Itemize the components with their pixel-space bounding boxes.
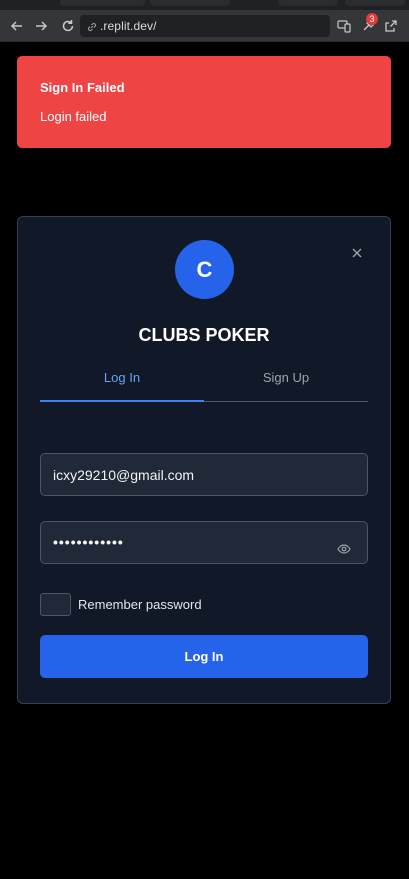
email-field-value: icxy29210@gmail.com (53, 466, 195, 483)
browser-tab[interactable] (345, 0, 405, 6)
browser-tab-strip (0, 0, 409, 10)
tab-sign-up[interactable]: Sign Up (204, 362, 368, 401)
address-bar-url: .replit.dev/ (100, 19, 157, 33)
log-in-button[interactable]: Log In (40, 635, 368, 678)
address-bar[interactable]: .replit.dev/ (80, 15, 330, 37)
toast-message: Login failed (40, 109, 107, 124)
remember-row: Remember password (40, 593, 202, 616)
email-field[interactable]: icxy29210@gmail.com (40, 453, 368, 496)
extension-badge: 3 (366, 13, 378, 25)
error-toast: Sign In Failed Login failed (17, 56, 391, 148)
page-viewport: Sign In Failed Login failed C CLUBS POKE… (0, 43, 409, 879)
brand-title: CLUBS POKER (138, 325, 270, 345)
link-icon (86, 20, 98, 32)
browser-tab[interactable] (60, 0, 145, 6)
eye-icon[interactable] (337, 542, 351, 556)
club-logo: C (175, 240, 234, 299)
close-icon[interactable] (350, 246, 364, 260)
toast-title: Sign In Failed (40, 80, 125, 95)
auth-modal: C CLUBS POKER Log In Sign Up icxy29210@g… (17, 216, 391, 704)
browser-tab[interactable] (278, 0, 338, 6)
back-arrow-icon[interactable] (9, 18, 25, 34)
browser-toolbar: .replit.dev/ 3 (0, 10, 409, 42)
password-field[interactable]: •••••••••••• (40, 521, 368, 564)
remember-checkbox[interactable] (40, 593, 71, 616)
open-external-icon[interactable] (383, 18, 399, 34)
browser-tab[interactable] (150, 0, 230, 6)
auth-tabs: Log In Sign Up (40, 362, 368, 402)
forward-arrow-icon[interactable] (33, 18, 49, 34)
password-field-value: •••••••••••• (53, 533, 124, 550)
devices-icon[interactable] (336, 18, 352, 34)
remember-label: Remember password (78, 597, 202, 612)
tab-log-in[interactable]: Log In (40, 362, 204, 402)
reload-icon[interactable] (60, 18, 76, 34)
